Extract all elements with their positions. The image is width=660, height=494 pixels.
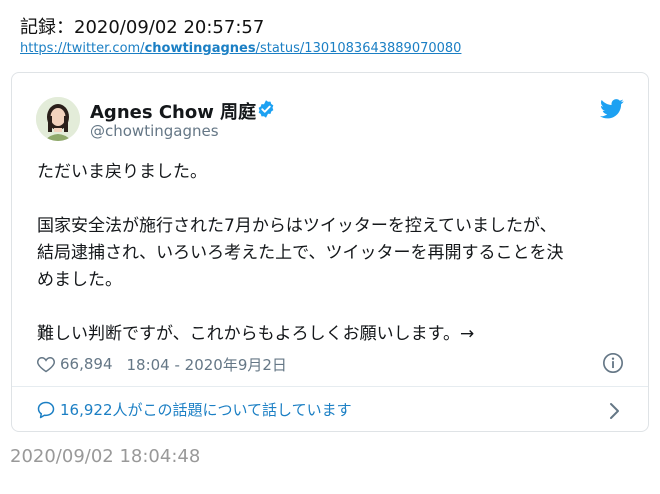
source-link-prefix: https://twitter.com/ [20, 41, 145, 56]
tweet-line: 結局逮捕され、いろいろ考えた上で、ツイッターを再開することを決 [37, 243, 564, 263]
source-link-user: chowtingagnes [144, 41, 256, 56]
tweet-time[interactable]: 18:04 - 2020年9月2日 [127, 354, 287, 375]
tweet-text: ただいま戻りました。 国家安全法が施行された7月からはツイッターを控えていました… [37, 159, 637, 348]
display-name[interactable]: Agnes Chow 周庭 [90, 98, 256, 124]
tweet-card: Agnes Chow 周庭 @chowtingagnes ただいま戻りました。 … [11, 72, 649, 432]
tweet-meta: 66,894 18:04 - 2020年9月2日 [36, 353, 287, 375]
tweet-line: 国家安全法が施行された7月からはツイッターを控えていましたが、 [37, 216, 557, 236]
info-icon[interactable] [602, 352, 624, 374]
avatar-image [36, 97, 80, 141]
conversation-link[interactable]: 16,922人がこの話題について話しています [36, 399, 352, 420]
like-count[interactable]: 66,894 [60, 355, 113, 373]
heart-icon[interactable] [36, 354, 56, 374]
tweet-line: めました。 [37, 270, 122, 290]
chevron-right-icon[interactable] [608, 401, 622, 421]
verified-badge-icon [258, 100, 274, 118]
divider [12, 386, 648, 387]
source-link-suffix: /status/1301083643889070080 [255, 41, 462, 56]
record-timestamp: 記録：2020/09/02 20:57:57 [20, 17, 265, 38]
conversation-count: 16,922人がこの話題について話しています [60, 401, 352, 419]
avatar[interactable] [36, 97, 80, 141]
twitter-bird-icon[interactable] [600, 99, 624, 119]
handle[interactable]: @chowtingagnes [90, 122, 219, 140]
speech-bubble-icon [37, 401, 55, 418]
tweet-source-link[interactable]: https://twitter.com/chowtingagnes/status… [20, 41, 461, 56]
tweet-line: ただいま戻りました。 [37, 162, 207, 182]
capture-timestamp: 2020/09/02 18:04:48 [10, 446, 201, 467]
tweet-line: 難しい判断ですが、これからもよろしくお願いします。→ [37, 324, 475, 344]
